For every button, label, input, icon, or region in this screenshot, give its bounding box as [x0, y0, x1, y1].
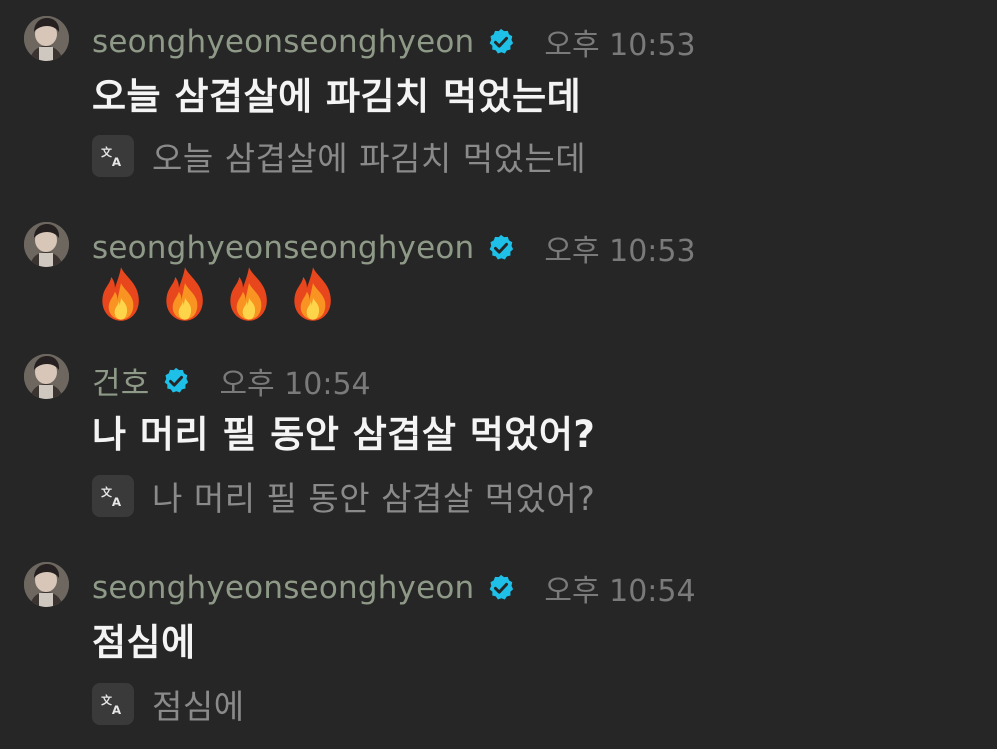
fire-emoji-icon — [288, 266, 338, 322]
timestamp: 오후 10:53 — [544, 234, 696, 269]
verified-badge-icon — [486, 573, 516, 603]
user-avatar[interactable] — [24, 562, 69, 607]
verified-badge-icon — [486, 27, 516, 57]
translate-icon[interactable] — [92, 683, 134, 725]
message-header: seonghyeonseonghyeon 오후 10:53 — [92, 20, 696, 64]
user-avatar[interactable] — [24, 16, 69, 61]
message-header: 건호 오후 10:54 — [92, 358, 371, 403]
username[interactable]: 건호 — [92, 358, 149, 403]
avatar-image — [24, 562, 69, 607]
message-header: seonghyeonseonghyeon 오후 10:54 — [92, 566, 696, 610]
username[interactable]: seonghyeonseonghyeon — [92, 570, 474, 606]
message-header: seonghyeonseonghyeon 오후 10:53 — [92, 226, 696, 270]
emoji-row — [96, 266, 338, 322]
username[interactable]: seonghyeonseonghyeon — [92, 24, 474, 60]
translation-row: 나 머리 필 동안 삼겹살 먹었어? — [92, 472, 595, 520]
translation-row: 점심에 — [92, 680, 245, 728]
timestamp: 오후 10:53 — [544, 28, 696, 63]
message-text: 오늘 삼겹살에 파김치 먹었는데 — [92, 75, 582, 118]
username[interactable]: seonghyeonseonghyeon — [92, 230, 474, 266]
timestamp: 오후 10:54 — [544, 574, 696, 609]
message-text: 점심에 — [92, 621, 196, 664]
message-text: 나 머리 필 동안 삼겹살 먹었어? — [92, 413, 596, 456]
verified-badge-icon — [486, 233, 516, 263]
translation-text: 오늘 삼겹살에 파김치 먹었는데 — [152, 139, 587, 178]
verified-badge-icon — [161, 366, 191, 396]
translate-icon[interactable] — [92, 135, 134, 177]
translation-row: 오늘 삼겹살에 파김치 먹었는데 — [92, 132, 586, 180]
fire-emoji-icon — [96, 266, 146, 322]
fire-emoji-icon — [224, 266, 274, 322]
timestamp: 오후 10:54 — [219, 366, 371, 402]
user-avatar[interactable] — [24, 222, 69, 267]
translation-text: 점심에 — [152, 687, 245, 726]
translate-icon[interactable] — [92, 475, 134, 517]
user-avatar[interactable] — [24, 354, 69, 399]
fire-emoji-icon — [160, 266, 210, 322]
avatar-image — [24, 354, 69, 399]
avatar-image — [24, 222, 69, 267]
avatar-image — [24, 16, 69, 61]
translation-text: 나 머리 필 동안 삼겹살 먹었어? — [152, 479, 596, 518]
